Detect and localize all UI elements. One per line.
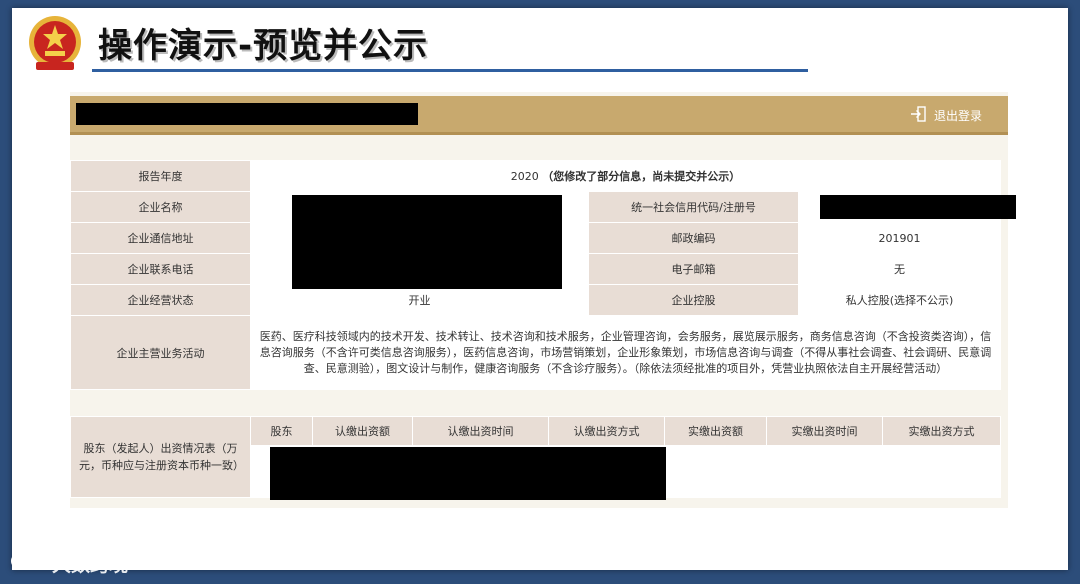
watermark: 大数跨境 <box>10 550 128 577</box>
redacted-company-header <box>76 103 418 125</box>
column-header: 认缴出资额 <box>312 416 413 446</box>
status-label: 企业经营状态 <box>70 284 251 316</box>
year-label: 报告年度 <box>70 160 251 192</box>
column-header: 实缴出资额 <box>664 416 767 446</box>
column-header: 认缴出资方式 <box>548 416 665 446</box>
logout-button[interactable]: 退出登录 <box>910 106 982 125</box>
preview-frame: 退出登录 报告年度 2020 （您修改了部分信息，尚未提交并公示） 企业名称 统… <box>70 92 1016 508</box>
year-cell: 2020 （您修改了部分信息，尚未提交并公示） <box>250 160 1001 192</box>
shareholder-section-label: 股东（发起人）出资情况表（万元，币种应与注册资本币种一致） <box>70 416 251 498</box>
column-header: 实缴出资时间 <box>766 416 883 446</box>
national-emblem-icon <box>26 14 84 74</box>
postal-label: 邮政编码 <box>588 222 799 254</box>
redacted-company-info <box>292 195 562 289</box>
table-row: 企业经营状态 开业 企业控股 私人控股(选择不公示) <box>70 284 1001 316</box>
column-header: 实缴出资方式 <box>882 416 1001 446</box>
credit-code-label: 统一社会信用代码/注册号 <box>588 191 799 223</box>
year-value: 2020 <box>510 170 539 183</box>
address-label: 企业通信地址 <box>70 222 251 254</box>
redacted-credit-code <box>820 195 1016 219</box>
page-title: 操作演示-预览并公示 <box>98 26 429 66</box>
email-value: 无 <box>798 253 1001 285</box>
top-bar: 退出登录 <box>70 96 1008 135</box>
postal-value: 201901 <box>798 222 1001 254</box>
table-header-row: 股东（发起人）出资情况表（万元，币种应与注册资本币种一致） 股东 认缴出资额 认… <box>70 416 1001 498</box>
slide: 操作演示-预览并公示 退出登录 报告年度 2020 （您修改了部分信息，尚未提交… <box>12 8 1068 570</box>
email-label: 电子邮箱 <box>588 253 799 285</box>
redacted-shareholder-row <box>270 447 666 500</box>
business-value: 医药、医疗科技领域内的技术开发、技术转让、技术咨询和技术服务，企业管理咨询，会务… <box>250 315 1001 390</box>
title-underline <box>92 69 808 72</box>
status-value: 开业 <box>250 284 589 316</box>
watermark-text: 大数跨境 <box>52 554 129 576</box>
exit-door-icon <box>910 106 926 125</box>
phone-label: 企业联系电话 <box>70 253 251 285</box>
watermark-logo-icon <box>10 550 46 577</box>
company-name-label: 企业名称 <box>70 191 251 223</box>
holding-value: 私人控股(选择不公示) <box>798 284 1001 316</box>
logout-label: 退出登录 <box>933 109 982 123</box>
business-label: 企业主营业务活动 <box>70 315 251 390</box>
table-row: 报告年度 2020 （您修改了部分信息，尚未提交并公示） <box>70 160 1001 192</box>
year-status: （您修改了部分信息，尚未提交并公示） <box>542 170 741 183</box>
column-header: 股东 <box>250 416 313 446</box>
table-row: 企业主营业务活动 医药、医疗科技领域内的技术开发、技术转让、技术咨询和技术服务，… <box>70 315 1001 390</box>
column-header: 认缴出资时间 <box>412 416 549 446</box>
holding-label: 企业控股 <box>588 284 799 316</box>
